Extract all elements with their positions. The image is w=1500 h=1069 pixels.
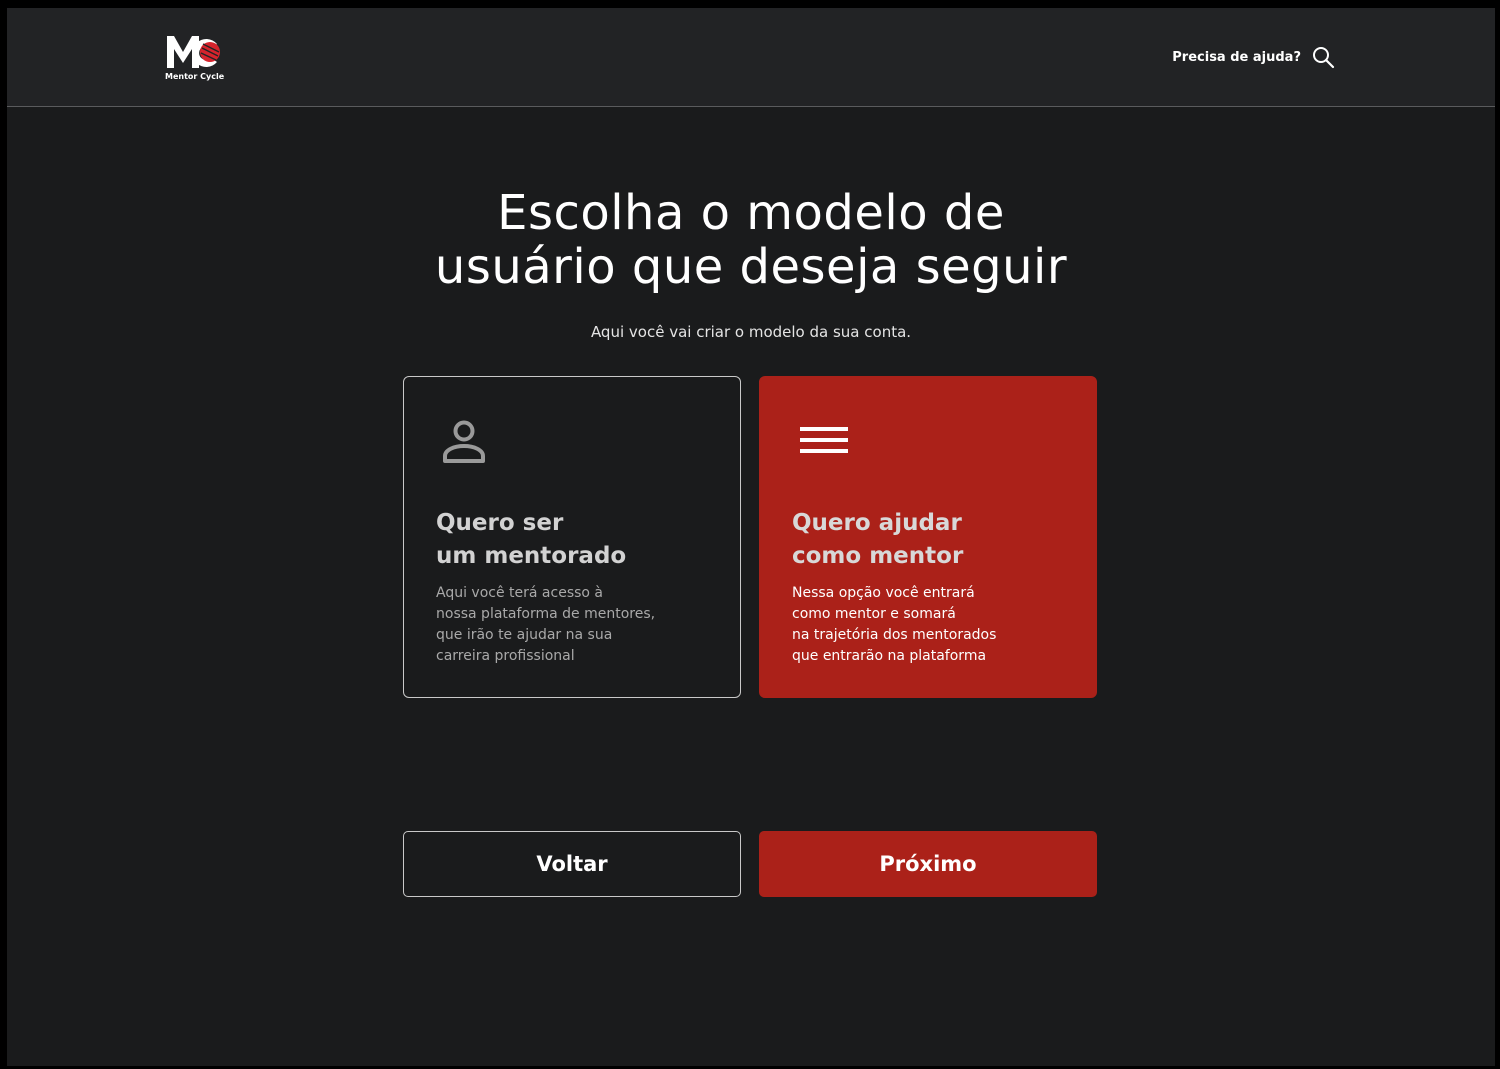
top-header: Mentor Cycle Precisa de ajuda?: [7, 8, 1495, 107]
logo-caption: Mentor Cycle: [165, 72, 225, 81]
option-card-mentor[interactable]: Quero ajudar como mentor Nessa opção voc…: [759, 376, 1097, 698]
option-description-mentee: Aqui você terá acesso à nossa plataforma…: [436, 585, 656, 664]
option-title-line-2: um mentorado: [436, 543, 627, 569]
help-link[interactable]: Precisa de ajuda?: [1172, 44, 1335, 70]
user-icon: [443, 420, 485, 463]
menu-icon: [800, 427, 848, 453]
option-card-mentee[interactable]: Quero ser um mentorado Aqui você terá ac…: [403, 376, 741, 698]
page-subtitle: Aqui você vai criar o modelo da sua cont…: [590, 323, 912, 341]
mentor-cycle-logo[interactable]: Mentor Cycle: [165, 32, 225, 84]
option-title-line-1: Quero ajudar: [792, 510, 962, 536]
page-title-line-2: usuário que deseja seguir: [434, 239, 1068, 295]
option-description-mentor: Nessa opção você entrará como mentor e s…: [792, 585, 997, 664]
next-button[interactable]: Próximo: [759, 831, 1097, 897]
option-title-mentor: Quero ajudar como mentor: [792, 507, 1082, 573]
back-button[interactable]: Voltar: [403, 831, 741, 897]
option-title-mentee: Quero ser um mentorado: [436, 507, 726, 573]
page-title-line-1: Escolha o modelo de: [497, 185, 1005, 241]
option-title-line-2: como mentor: [792, 543, 964, 569]
page-title: Escolha o modelo de usuário que deseja s…: [7, 186, 1495, 294]
option-title-line-1: Quero ser: [436, 510, 564, 536]
mc-logo-mark: [167, 36, 220, 68]
app-frame: Mentor Cycle Precisa de ajuda? Escolha o…: [7, 8, 1495, 1066]
help-label: Precisa de ajuda?: [1172, 49, 1301, 65]
search-icon[interactable]: [1311, 45, 1335, 69]
